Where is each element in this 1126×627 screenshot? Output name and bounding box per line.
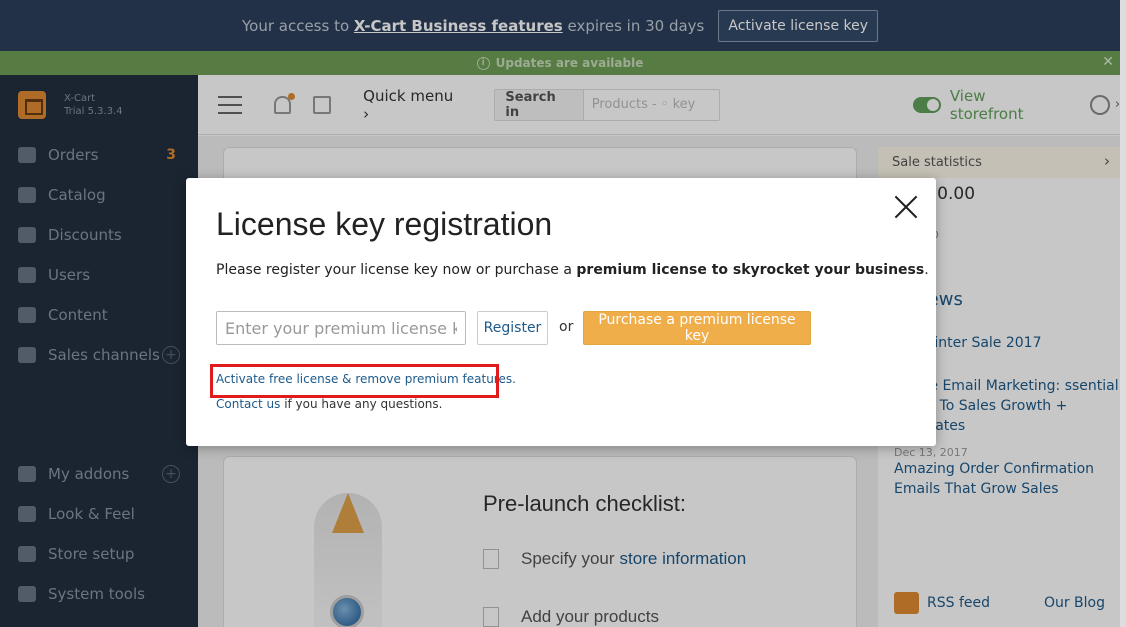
dialog-title: License key registration <box>216 206 553 242</box>
contact-us-link[interactable]: Contact us <box>216 397 280 411</box>
contact-text: Contact us if you have any questions. <box>216 397 443 411</box>
highlight-box <box>210 364 499 398</box>
license-key-input[interactable] <box>216 311 466 345</box>
dialog-description: Please register your license key now or … <box>216 262 929 278</box>
purchase-license-button[interactable]: Purchase a premium license key <box>583 311 811 345</box>
close-icon[interactable] <box>894 195 918 219</box>
register-button[interactable]: Register <box>477 311 548 345</box>
scrollbar[interactable] <box>1120 0 1126 627</box>
license-key-registration-dialog: License key registration Please register… <box>186 178 936 446</box>
or-label: or <box>559 319 574 335</box>
dialog-description-bold: premium license to skyrocket your busine… <box>576 262 925 278</box>
